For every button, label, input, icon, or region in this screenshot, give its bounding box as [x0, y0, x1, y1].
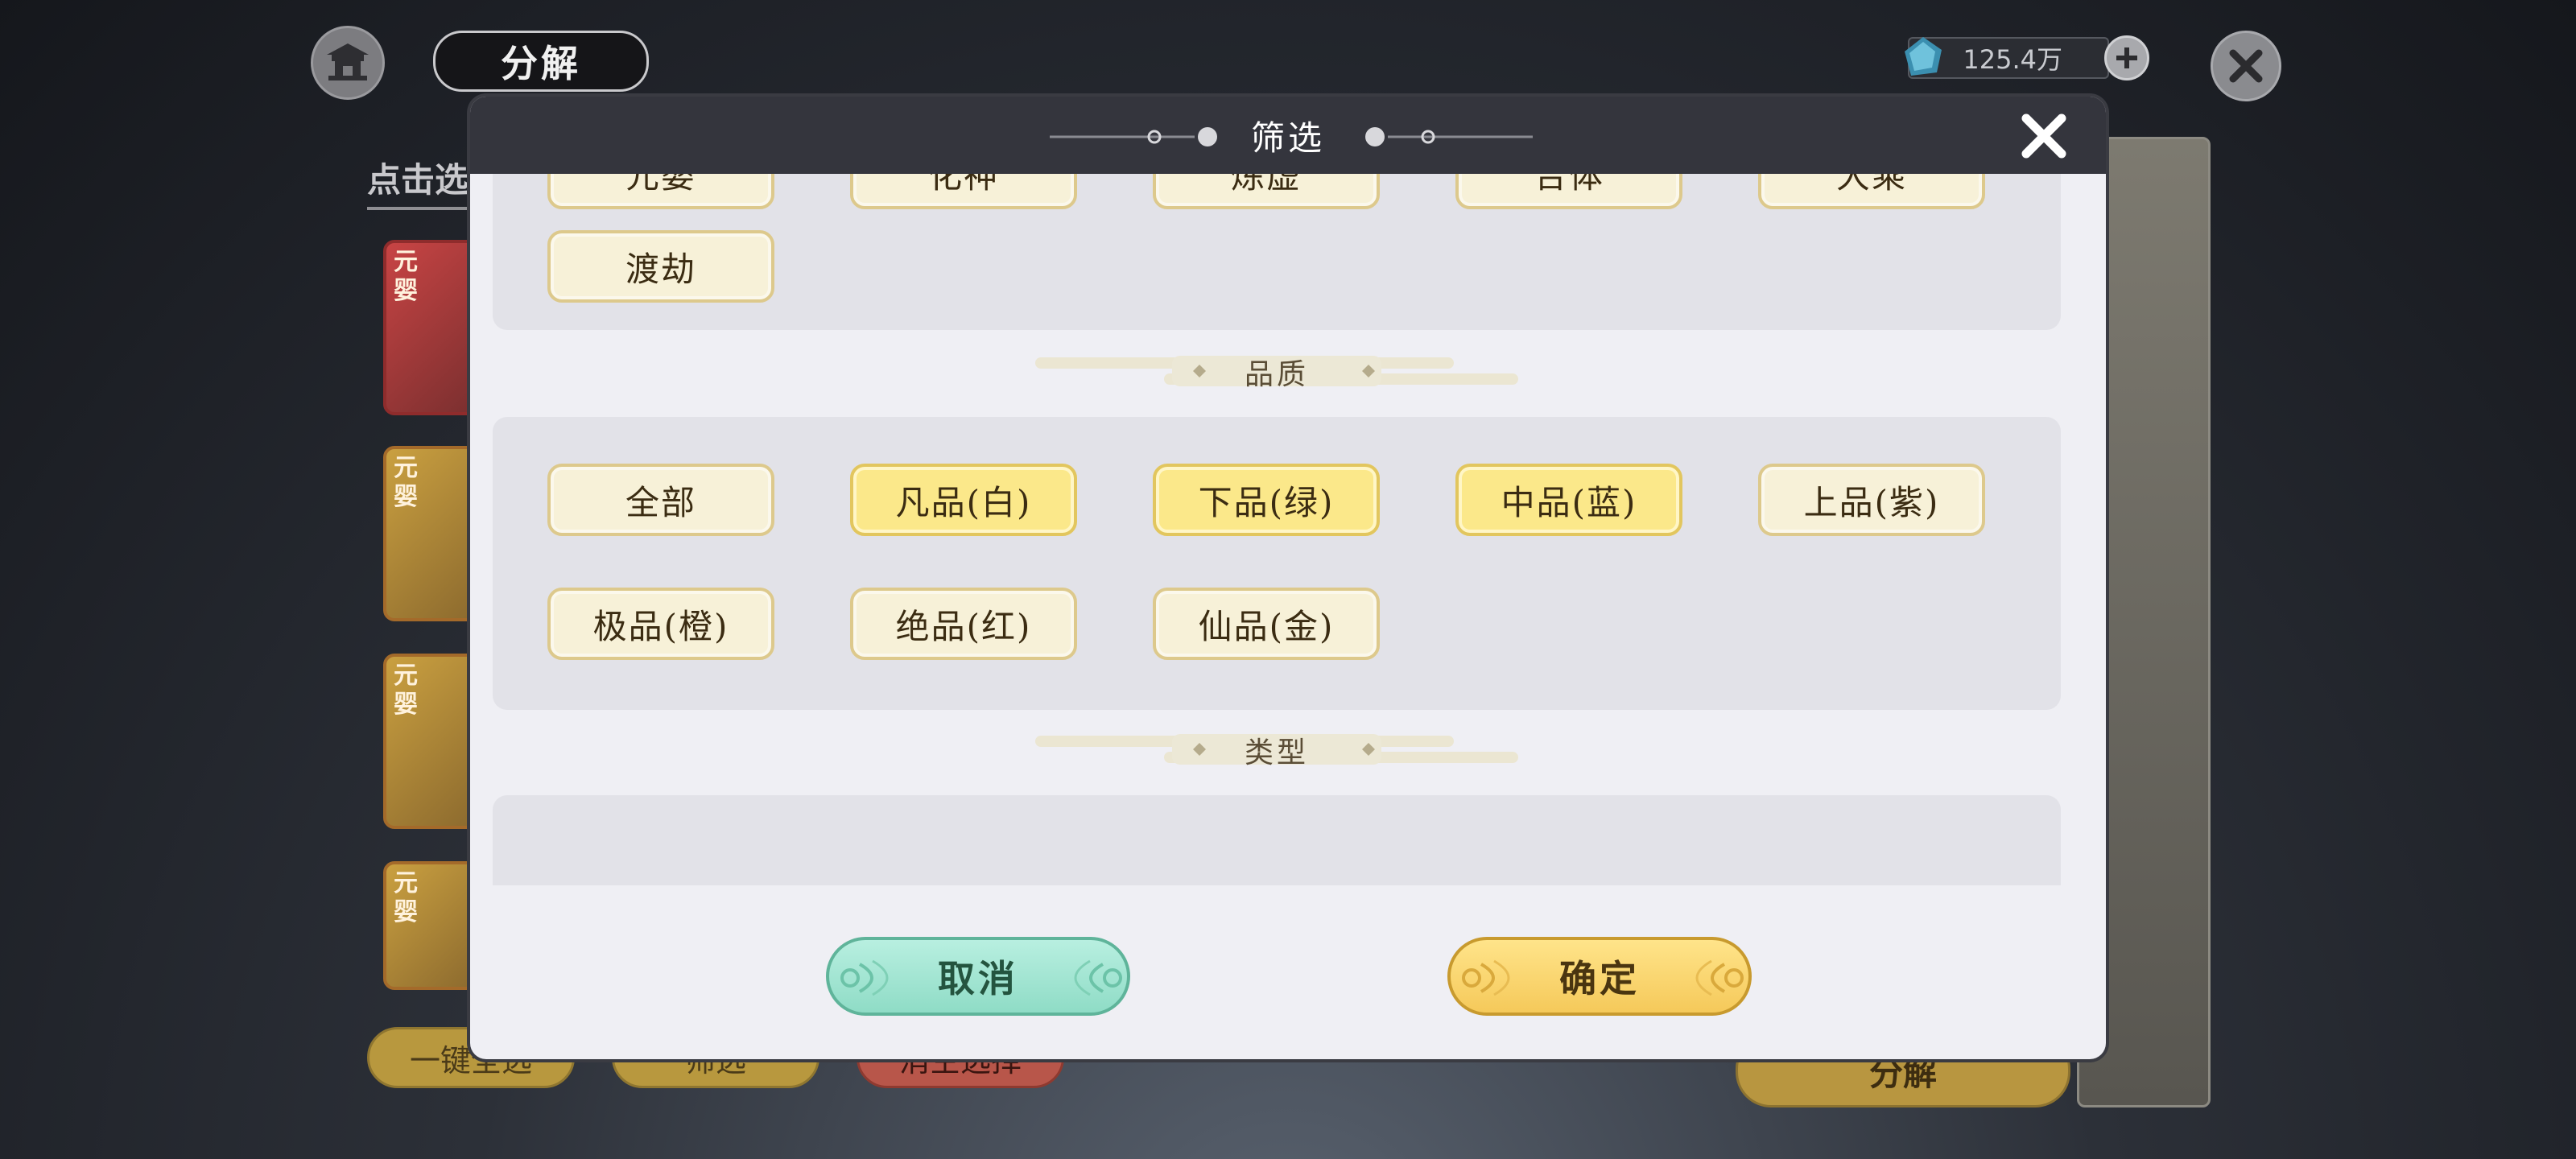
type-filter-group: [493, 795, 2061, 885]
confirm-label: 确定: [1559, 957, 1640, 1000]
realm-option[interactable]: 炼虚: [1153, 174, 1380, 209]
quality-option-orange[interactable]: 极品(橙): [547, 588, 774, 660]
cloud-swirl-icon: [1695, 959, 1744, 996]
confirm-button[interactable]: 确定: [1447, 937, 1752, 1016]
realm-option[interactable]: 化神: [850, 174, 1077, 209]
realm-option[interactable]: 合体: [1455, 174, 1682, 209]
quality-option-purple[interactable]: 上品(紫): [1758, 464, 1985, 536]
screen-close-button[interactable]: [2211, 31, 2281, 101]
modal-title: 筛选: [1250, 118, 1325, 158]
realm-option[interactable]: 大乘: [1758, 174, 1985, 209]
add-currency-button[interactable]: [2104, 35, 2149, 80]
card-tag: 元婴: [394, 662, 418, 719]
type-section-title: 类型: [1244, 736, 1309, 769]
cloud-swirl-icon: [840, 959, 889, 996]
cloud-swirl-icon: [1462, 959, 1510, 996]
cloud-swirl-icon: [1074, 959, 1122, 996]
close-icon: [2229, 49, 2263, 83]
realm-option[interactable]: 元婴: [547, 174, 774, 209]
modal-close-button[interactable]: [2016, 108, 2072, 164]
hint-label: 点击选: [367, 153, 469, 210]
quality-option-blue[interactable]: 中品(蓝): [1455, 464, 1682, 536]
quality-option-green[interactable]: 下品(绿): [1153, 464, 1380, 536]
filter-modal: 筛选 元婴 化神 炼虚 合体 大乘 渡劫 品质 全部 凡品(白) 下品(绿) 中…: [470, 97, 2106, 1059]
item-card[interactable]: 元婴: [383, 446, 480, 621]
card-tag: 元婴: [394, 454, 418, 511]
close-icon: [2021, 113, 2066, 159]
filter-scroll-area[interactable]: 元婴 化神 炼虚 合体 大乘 渡劫 品质 全部 凡品(白) 下品(绿) 中品(蓝…: [493, 174, 2083, 885]
quality-option-all[interactable]: 全部: [547, 464, 774, 536]
quality-option-white[interactable]: 凡品(白): [850, 464, 1077, 536]
realm-option[interactable]: 渡劫: [547, 230, 774, 303]
realm-filter-group: 元婴 化神 炼虚 合体 大乘 渡劫: [493, 174, 2061, 330]
spirit-stone-icon: [1901, 35, 1945, 79]
item-card[interactable]: 元婴: [383, 240, 480, 415]
quality-option-gold[interactable]: 仙品(金): [1153, 588, 1380, 660]
card-tag: 元婴: [394, 869, 418, 926]
pavilion-icon[interactable]: [311, 26, 385, 100]
item-card[interactable]: 元婴: [383, 861, 480, 990]
cancel-button[interactable]: 取消: [826, 937, 1130, 1016]
card-tag: 元婴: [394, 248, 418, 305]
quality-filter-group: 全部 凡品(白) 下品(绿) 中品(蓝) 上品(紫) 极品(橙) 绝品(红) 仙…: [493, 417, 2061, 710]
item-card[interactable]: 元婴: [383, 654, 480, 829]
quality-option-red[interactable]: 绝品(红): [850, 588, 1077, 660]
screen-title: 分解: [433, 31, 649, 92]
cancel-label: 取消: [938, 957, 1018, 1000]
plus-icon: [2116, 47, 2137, 68]
quality-section-title: 品质: [1244, 358, 1309, 391]
